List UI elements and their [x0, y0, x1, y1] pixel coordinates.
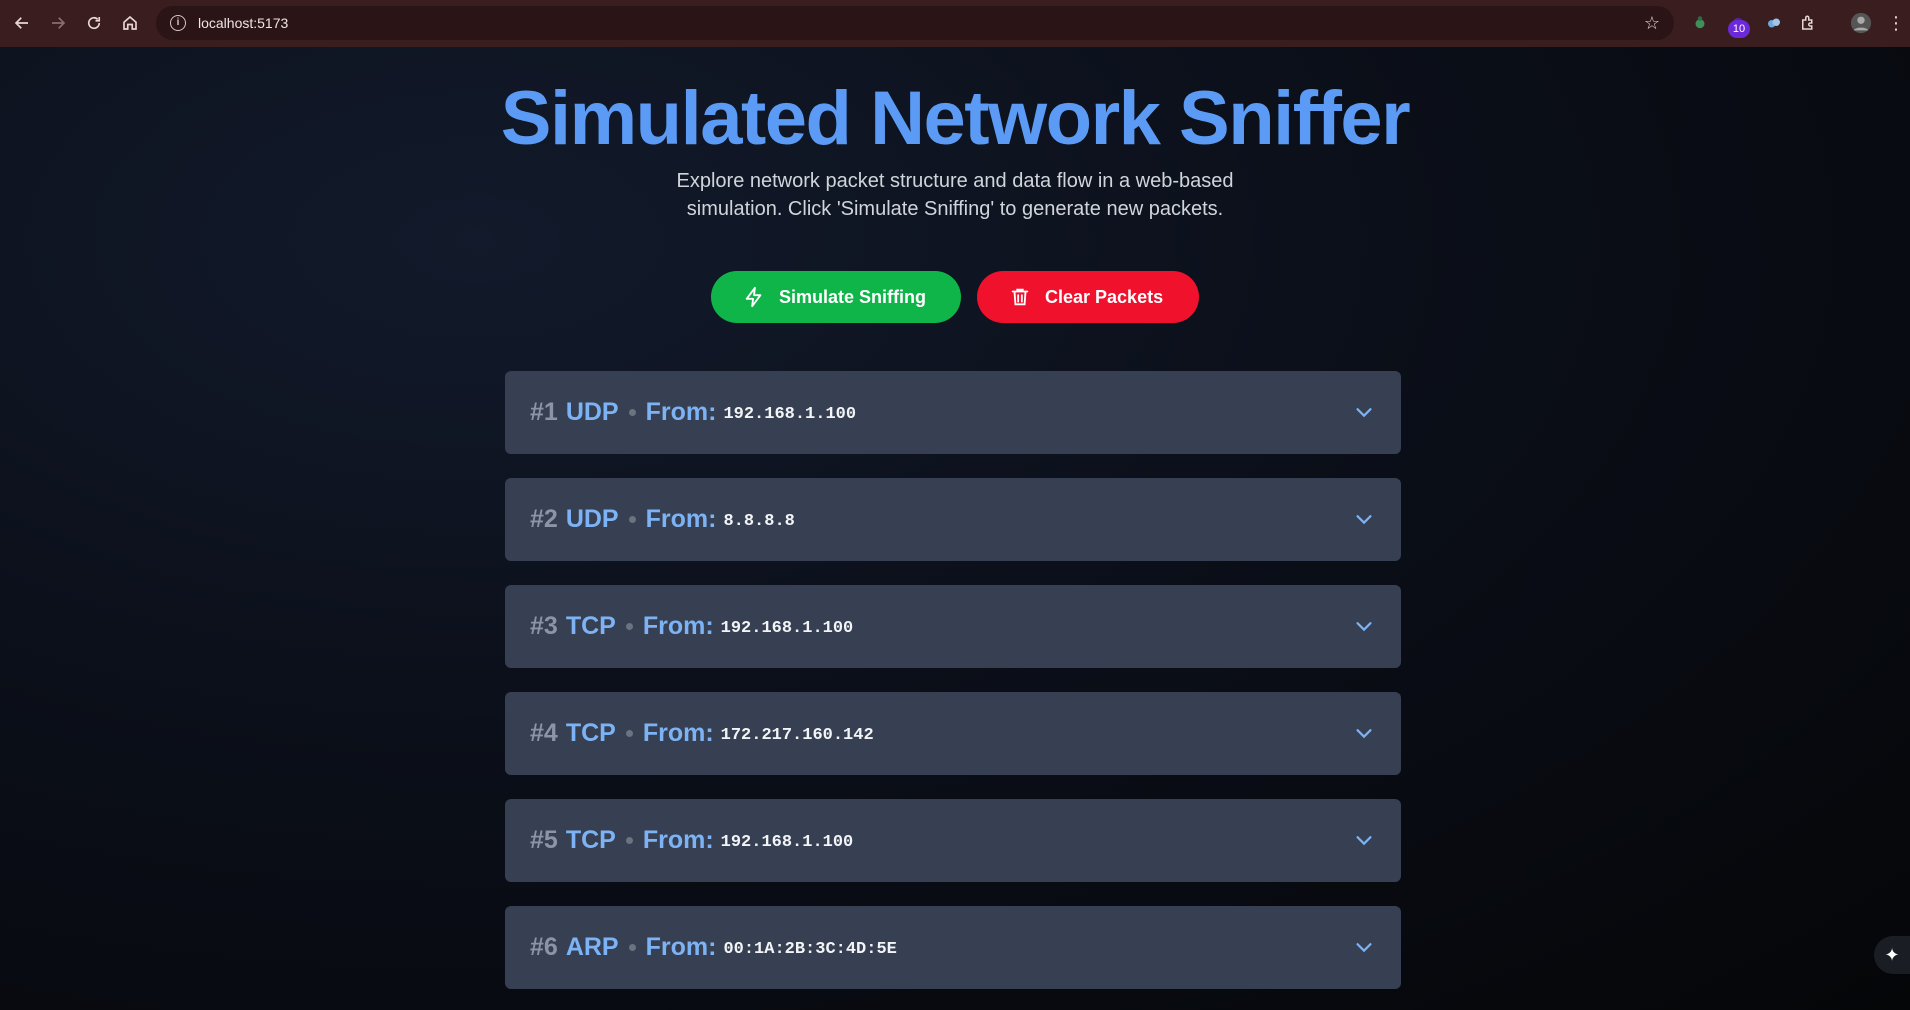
separator-dot [625, 730, 633, 737]
browser-toolbar: i localhost:5173 ☆ 10 ⋮ [0, 0, 1910, 47]
extension-cloud-icon[interactable] [1762, 10, 1786, 36]
from-label: From: [642, 826, 714, 854]
packet-number: #1 [530, 398, 558, 426]
from-label: From: [642, 719, 714, 747]
packet-number: #6 [530, 933, 558, 961]
packet-row[interactable]: #5 TCP From: 192.168.1.100 [505, 799, 1401, 882]
page-content: Simulated Network Sniffer Explore networ… [0, 47, 1910, 1010]
packet-number: #4 [530, 719, 558, 747]
packet-row[interactable]: #3 TCP From: 192.168.1.100 [505, 585, 1401, 668]
chevron-down-icon[interactable] [1353, 829, 1375, 851]
separator-dot [628, 516, 636, 523]
packet-source-address: 192.168.1.100 [720, 618, 854, 638]
separator-dot [625, 623, 633, 630]
address-bar[interactable]: i localhost:5173 ☆ [156, 6, 1674, 40]
packet-source-address: 172.217.160.142 [720, 725, 874, 745]
sparkle-icon[interactable]: ✦ [1874, 936, 1910, 974]
chevron-down-icon[interactable] [1353, 401, 1375, 423]
action-buttons: Simulate Sniffing Clear Packets [0, 271, 1910, 323]
packet-protocol: ARP [565, 933, 619, 961]
lightning-icon [745, 286, 762, 308]
packet-number: #5 [530, 826, 558, 854]
site-info-icon[interactable]: i [170, 15, 186, 31]
packet-source-address: 00:1A:2B:3C:4D:5E [723, 939, 897, 959]
separator-dot [628, 409, 636, 416]
trash-icon [1011, 288, 1029, 306]
from-label: From: [642, 612, 714, 640]
extension-badge: 10 [1728, 20, 1750, 38]
packet-row[interactable]: #2 UDP From: 8.8.8.8 [505, 478, 1401, 561]
separator-dot [628, 944, 636, 951]
packet-list: #1 UDP From: 192.168.1.100 #2 UDP From: … [505, 371, 1401, 1010]
from-label: From: [645, 505, 717, 533]
extensions-puzzle-icon[interactable] [1796, 10, 1820, 36]
packet-protocol: TCP [565, 612, 616, 640]
forward-arrow-icon[interactable] [40, 5, 76, 41]
chevron-down-icon[interactable] [1353, 722, 1375, 744]
menu-kebab-icon[interactable]: ⋮ [1887, 10, 1905, 36]
page-subtitle: Explore network packet structure and dat… [676, 170, 1234, 220]
packet-source-address: 192.168.1.100 [720, 832, 854, 852]
clear-packets-label: Clear Packets [1045, 286, 1164, 307]
separator-dot [625, 837, 633, 844]
chevron-down-icon[interactable] [1353, 936, 1375, 958]
packet-row[interactable]: #1 UDP From: 192.168.1.100 [505, 371, 1401, 454]
packet-protocol: UDP [565, 505, 619, 533]
page-title: Simulated Network Sniffer [500, 76, 1411, 161]
url-text: localhost:5173 [198, 15, 289, 31]
packet-source-address: 192.168.1.100 [723, 404, 857, 424]
packet-protocol: UDP [565, 398, 619, 426]
reload-icon[interactable] [76, 5, 112, 41]
clear-packets-button[interactable]: Clear Packets [977, 271, 1199, 323]
from-label: From: [645, 398, 717, 426]
packet-row[interactable]: #4 TCP From: 172.217.160.142 [505, 692, 1401, 775]
from-label: From: [645, 933, 717, 961]
packet-row[interactable]: #6 ARP From: 00:1A:2B:3C:4D:5E [505, 906, 1401, 989]
packet-protocol: TCP [565, 826, 616, 854]
packet-number: #3 [530, 612, 558, 640]
profile-avatar-icon[interactable] [1848, 10, 1874, 36]
back-arrow-icon[interactable] [4, 5, 40, 41]
bookmark-star-icon[interactable]: ☆ [1644, 13, 1660, 34]
packet-source-address: 8.8.8.8 [723, 511, 795, 531]
home-icon[interactable] [112, 5, 148, 41]
packet-protocol: TCP [565, 719, 616, 747]
packet-number: #2 [530, 505, 558, 533]
simulate-sniffing-label: Simulate Sniffing [779, 286, 927, 307]
chevron-down-icon[interactable] [1353, 508, 1375, 530]
extension-bug-icon[interactable] [1688, 10, 1712, 36]
chevron-down-icon[interactable] [1353, 615, 1375, 637]
simulate-sniffing-button[interactable]: Simulate Sniffing [711, 271, 961, 323]
